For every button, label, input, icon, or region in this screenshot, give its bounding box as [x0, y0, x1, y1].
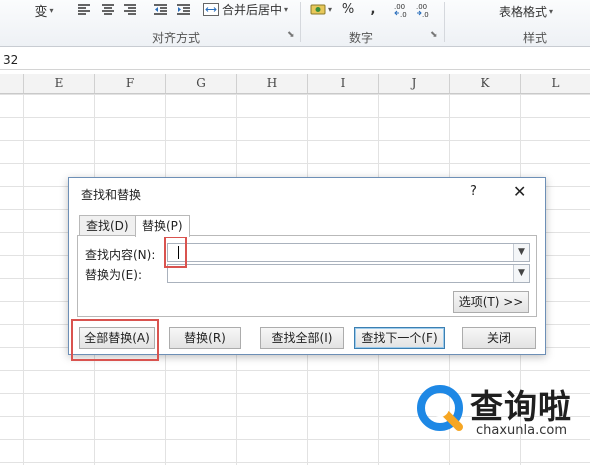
currency-icon — [310, 4, 326, 14]
tab-replace[interactable]: 替换(P) — [135, 215, 190, 237]
alignment-dialog-launcher-icon[interactable]: ⬊ — [287, 30, 295, 40]
column-header[interactable]: E — [24, 74, 95, 93]
increase-indent-icon — [176, 3, 190, 15]
column-header[interactable]: I — [308, 74, 379, 93]
replace-with-input[interactable]: ▼ — [167, 264, 530, 283]
chevron-down-icon: ▾ — [549, 6, 554, 16]
increase-decimal-button[interactable]: .00.0 — [393, 0, 413, 20]
chevron-down-icon[interactable]: ▼ — [513, 265, 529, 282]
column-header[interactable]: L — [521, 74, 590, 93]
find-all-button[interactable]: 查找全部(I) — [260, 327, 344, 349]
decrease-indent-icon — [153, 3, 167, 15]
find-what-input[interactable]: ▼ — [167, 243, 530, 262]
merge-center-label: 合并后居中 — [222, 2, 283, 17]
help-icon[interactable]: ? — [470, 184, 477, 199]
svg-text:.0: .0 — [400, 11, 407, 18]
align-right-icon — [124, 3, 136, 15]
find-next-button[interactable]: 查找下一个(F) — [354, 327, 445, 349]
column-header-row: E F G H I J K L — [0, 74, 590, 94]
svg-text:.0: .0 — [422, 11, 429, 18]
number-dialog-launcher-icon[interactable]: ⬊ — [430, 30, 438, 40]
wrap-text-button[interactable]: 变 ▾ — [30, 0, 58, 20]
column-header[interactable]: J — [379, 74, 450, 93]
format-as-table-label: 表格格式 — [498, 4, 547, 19]
format-as-table-button[interactable]: 表格格式 ▾ — [486, 2, 566, 20]
replace-button[interactable]: 替换(R) — [169, 327, 241, 349]
increase-indent-button[interactable] — [175, 0, 191, 18]
percent-button[interactable]: % — [340, 0, 356, 18]
increase-decimal-icon: .00.0 — [394, 3, 407, 18]
group-label-alignment: 对齐方式 — [152, 31, 201, 45]
formula-value: 32 — [3, 53, 19, 67]
align-center-icon — [102, 3, 114, 15]
ribbon-separator — [444, 2, 445, 42]
replace-all-button[interactable]: 全部替换(A) — [79, 327, 155, 349]
watermark-title: 查询啦 — [470, 387, 572, 426]
replace-tab-panel: 查找内容(N): ▼ 替换为(E): ▼ 选项(T) >> — [77, 235, 537, 317]
ribbon-separator — [300, 2, 301, 42]
dialog-title: 查找和替换 — [81, 188, 142, 202]
column-header[interactable]: F — [95, 74, 166, 93]
ribbon: 变 ▾ 合并后居中 ▾ ▾ % , .00.0 .00.0 表格格式 ▾ 对齐方式 ⬊… — [0, 0, 590, 47]
align-left-button[interactable] — [76, 0, 92, 18]
chaxunla-logo-icon — [417, 385, 463, 431]
chevron-down-icon: ▾ — [284, 4, 289, 14]
chevron-down-icon: ▾ — [49, 5, 54, 15]
watermark-url: chaxunla.com — [476, 423, 567, 438]
chevron-down-icon[interactable]: ▼ — [513, 244, 529, 261]
merge-center-button[interactable]: 合并后居中 ▾ — [203, 0, 295, 18]
align-center-button[interactable] — [100, 0, 116, 18]
column-header[interactable]: K — [450, 74, 521, 93]
group-label-number: 数字 — [349, 31, 374, 45]
options-button[interactable]: 选项(T) >> — [453, 291, 529, 313]
find-replace-dialog: 查找和替换 ? ✕ 查找(D) 替换(P) 查找内容(N): ▼ 替换为(E):… — [68, 177, 546, 355]
accounting-format-button[interactable]: ▾ — [308, 0, 334, 18]
decrease-decimal-button[interactable]: .00.0 — [415, 0, 435, 20]
decrease-indent-button[interactable] — [152, 0, 168, 18]
replace-with-label: 替换为(E): — [85, 268, 142, 282]
wrap-text-icon: 变 — [34, 4, 48, 20]
close-button[interactable]: 关闭 — [462, 327, 536, 349]
group-label-styles: 样式 — [523, 31, 548, 45]
comma-style-button[interactable]: , — [365, 0, 381, 18]
corner-cell — [0, 74, 24, 93]
merge-center-icon — [203, 2, 219, 16]
decrease-decimal-icon: .00.0 — [416, 3, 429, 18]
close-icon[interactable]: ✕ — [513, 182, 526, 201]
svg-text:.00: .00 — [394, 3, 405, 11]
text-cursor — [178, 246, 179, 259]
find-what-label: 查找内容(N): — [85, 248, 156, 262]
formula-bar[interactable]: 32 — [0, 52, 590, 70]
svg-text:.00: .00 — [416, 3, 427, 11]
column-header[interactable]: H — [237, 74, 308, 93]
align-left-icon — [78, 3, 90, 15]
chevron-down-icon: ▾ — [327, 4, 332, 14]
column-header[interactable]: G — [166, 74, 237, 93]
align-right-button[interactable] — [122, 0, 138, 18]
tab-find[interactable]: 查找(D) — [79, 215, 136, 236]
